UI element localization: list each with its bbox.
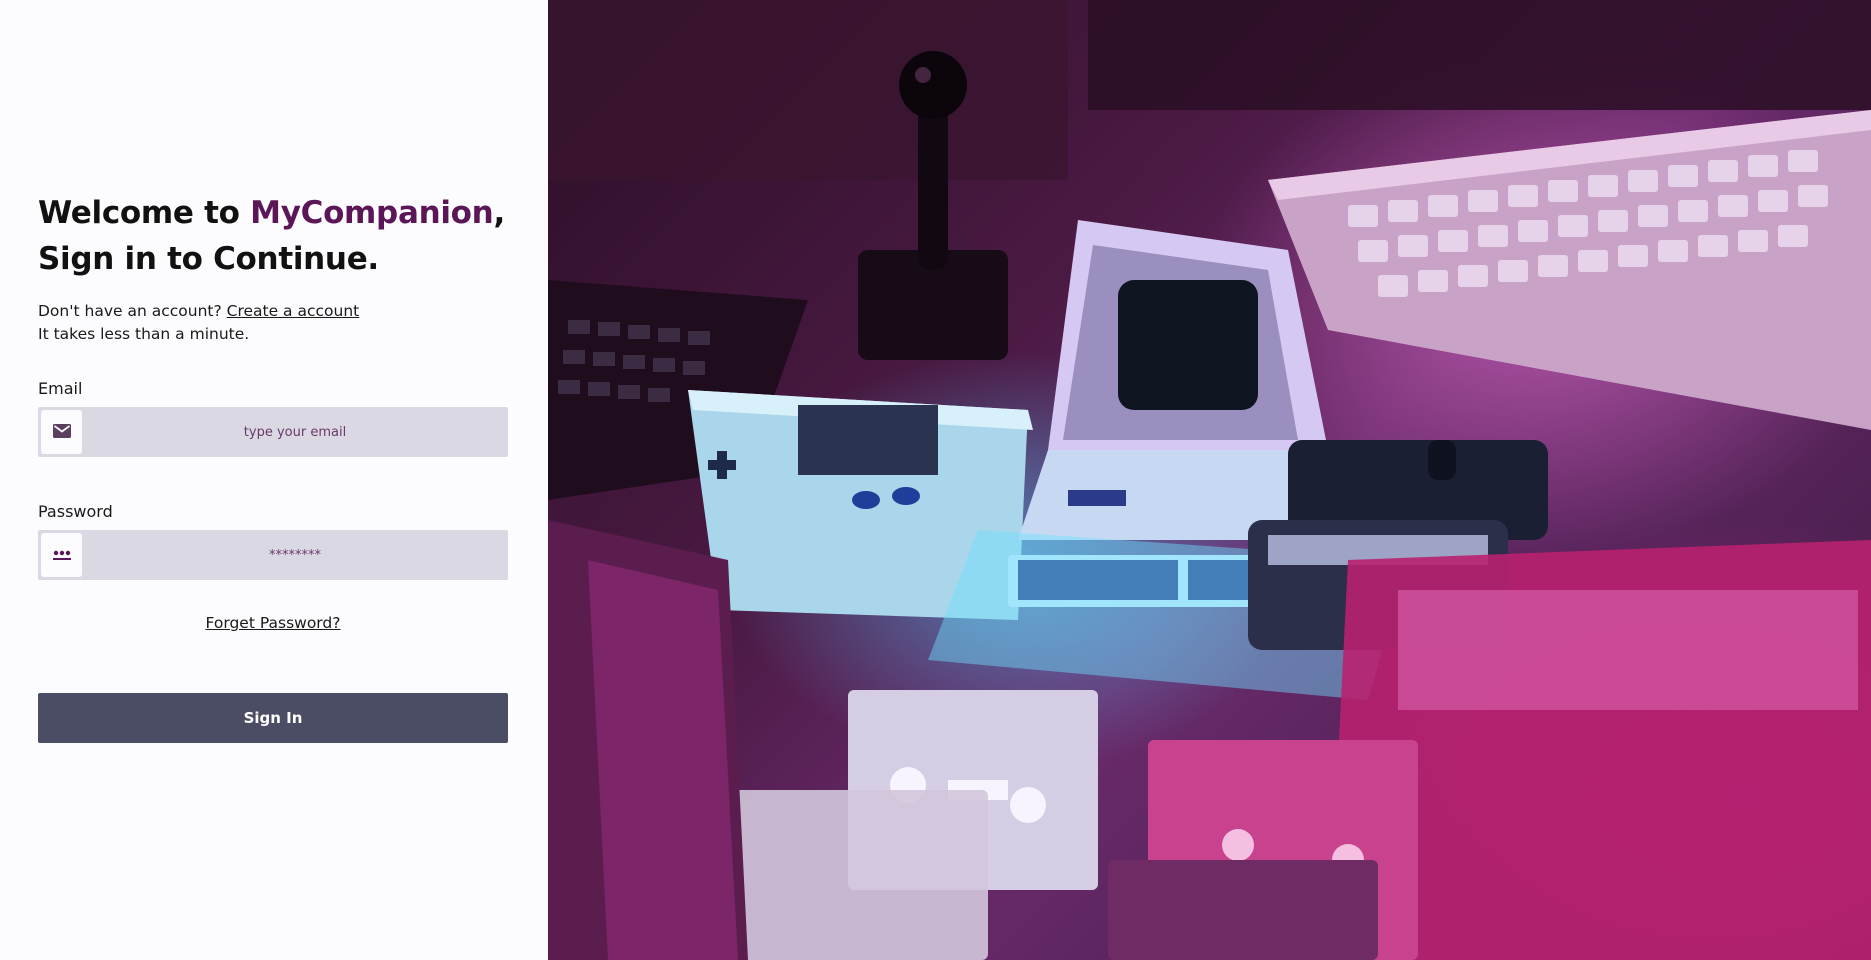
mail-icon [52, 423, 71, 442]
email-icon-box [41, 410, 82, 454]
signup-question: Don't have an account? [38, 302, 227, 320]
hero-image [548, 0, 1871, 960]
password-field [38, 530, 508, 580]
password-input[interactable] [82, 530, 508, 580]
password-icon-box [41, 533, 82, 577]
sign-in-button[interactable]: Sign In [38, 693, 508, 743]
forgot-password-link[interactable]: Forget Password? [206, 614, 341, 632]
signup-note: It takes less than a minute. [38, 325, 250, 343]
retro-computers-illustration [548, 0, 1871, 960]
email-field [38, 407, 508, 457]
password-label: Password [38, 502, 113, 521]
email-input[interactable] [82, 407, 508, 457]
login-panel: Welcome to MyCompanion, Sign in to Conti… [0, 0, 548, 960]
dots-icon [52, 546, 72, 565]
brand-name: MyCompanion [250, 195, 494, 231]
create-account-link[interactable]: Create a account [227, 302, 360, 320]
page-title: Welcome to MyCompanion, Sign in to Conti… [38, 190, 505, 282]
forgot-password-row: Forget Password? [0, 614, 546, 632]
signup-prompt: Don't have an account? Create a account … [38, 300, 359, 346]
email-label: Email [38, 379, 83, 398]
title-suffix: , [493, 195, 505, 231]
title-prefix: Welcome to [38, 195, 251, 231]
title-line2: Sign in to Continue. [38, 241, 379, 277]
